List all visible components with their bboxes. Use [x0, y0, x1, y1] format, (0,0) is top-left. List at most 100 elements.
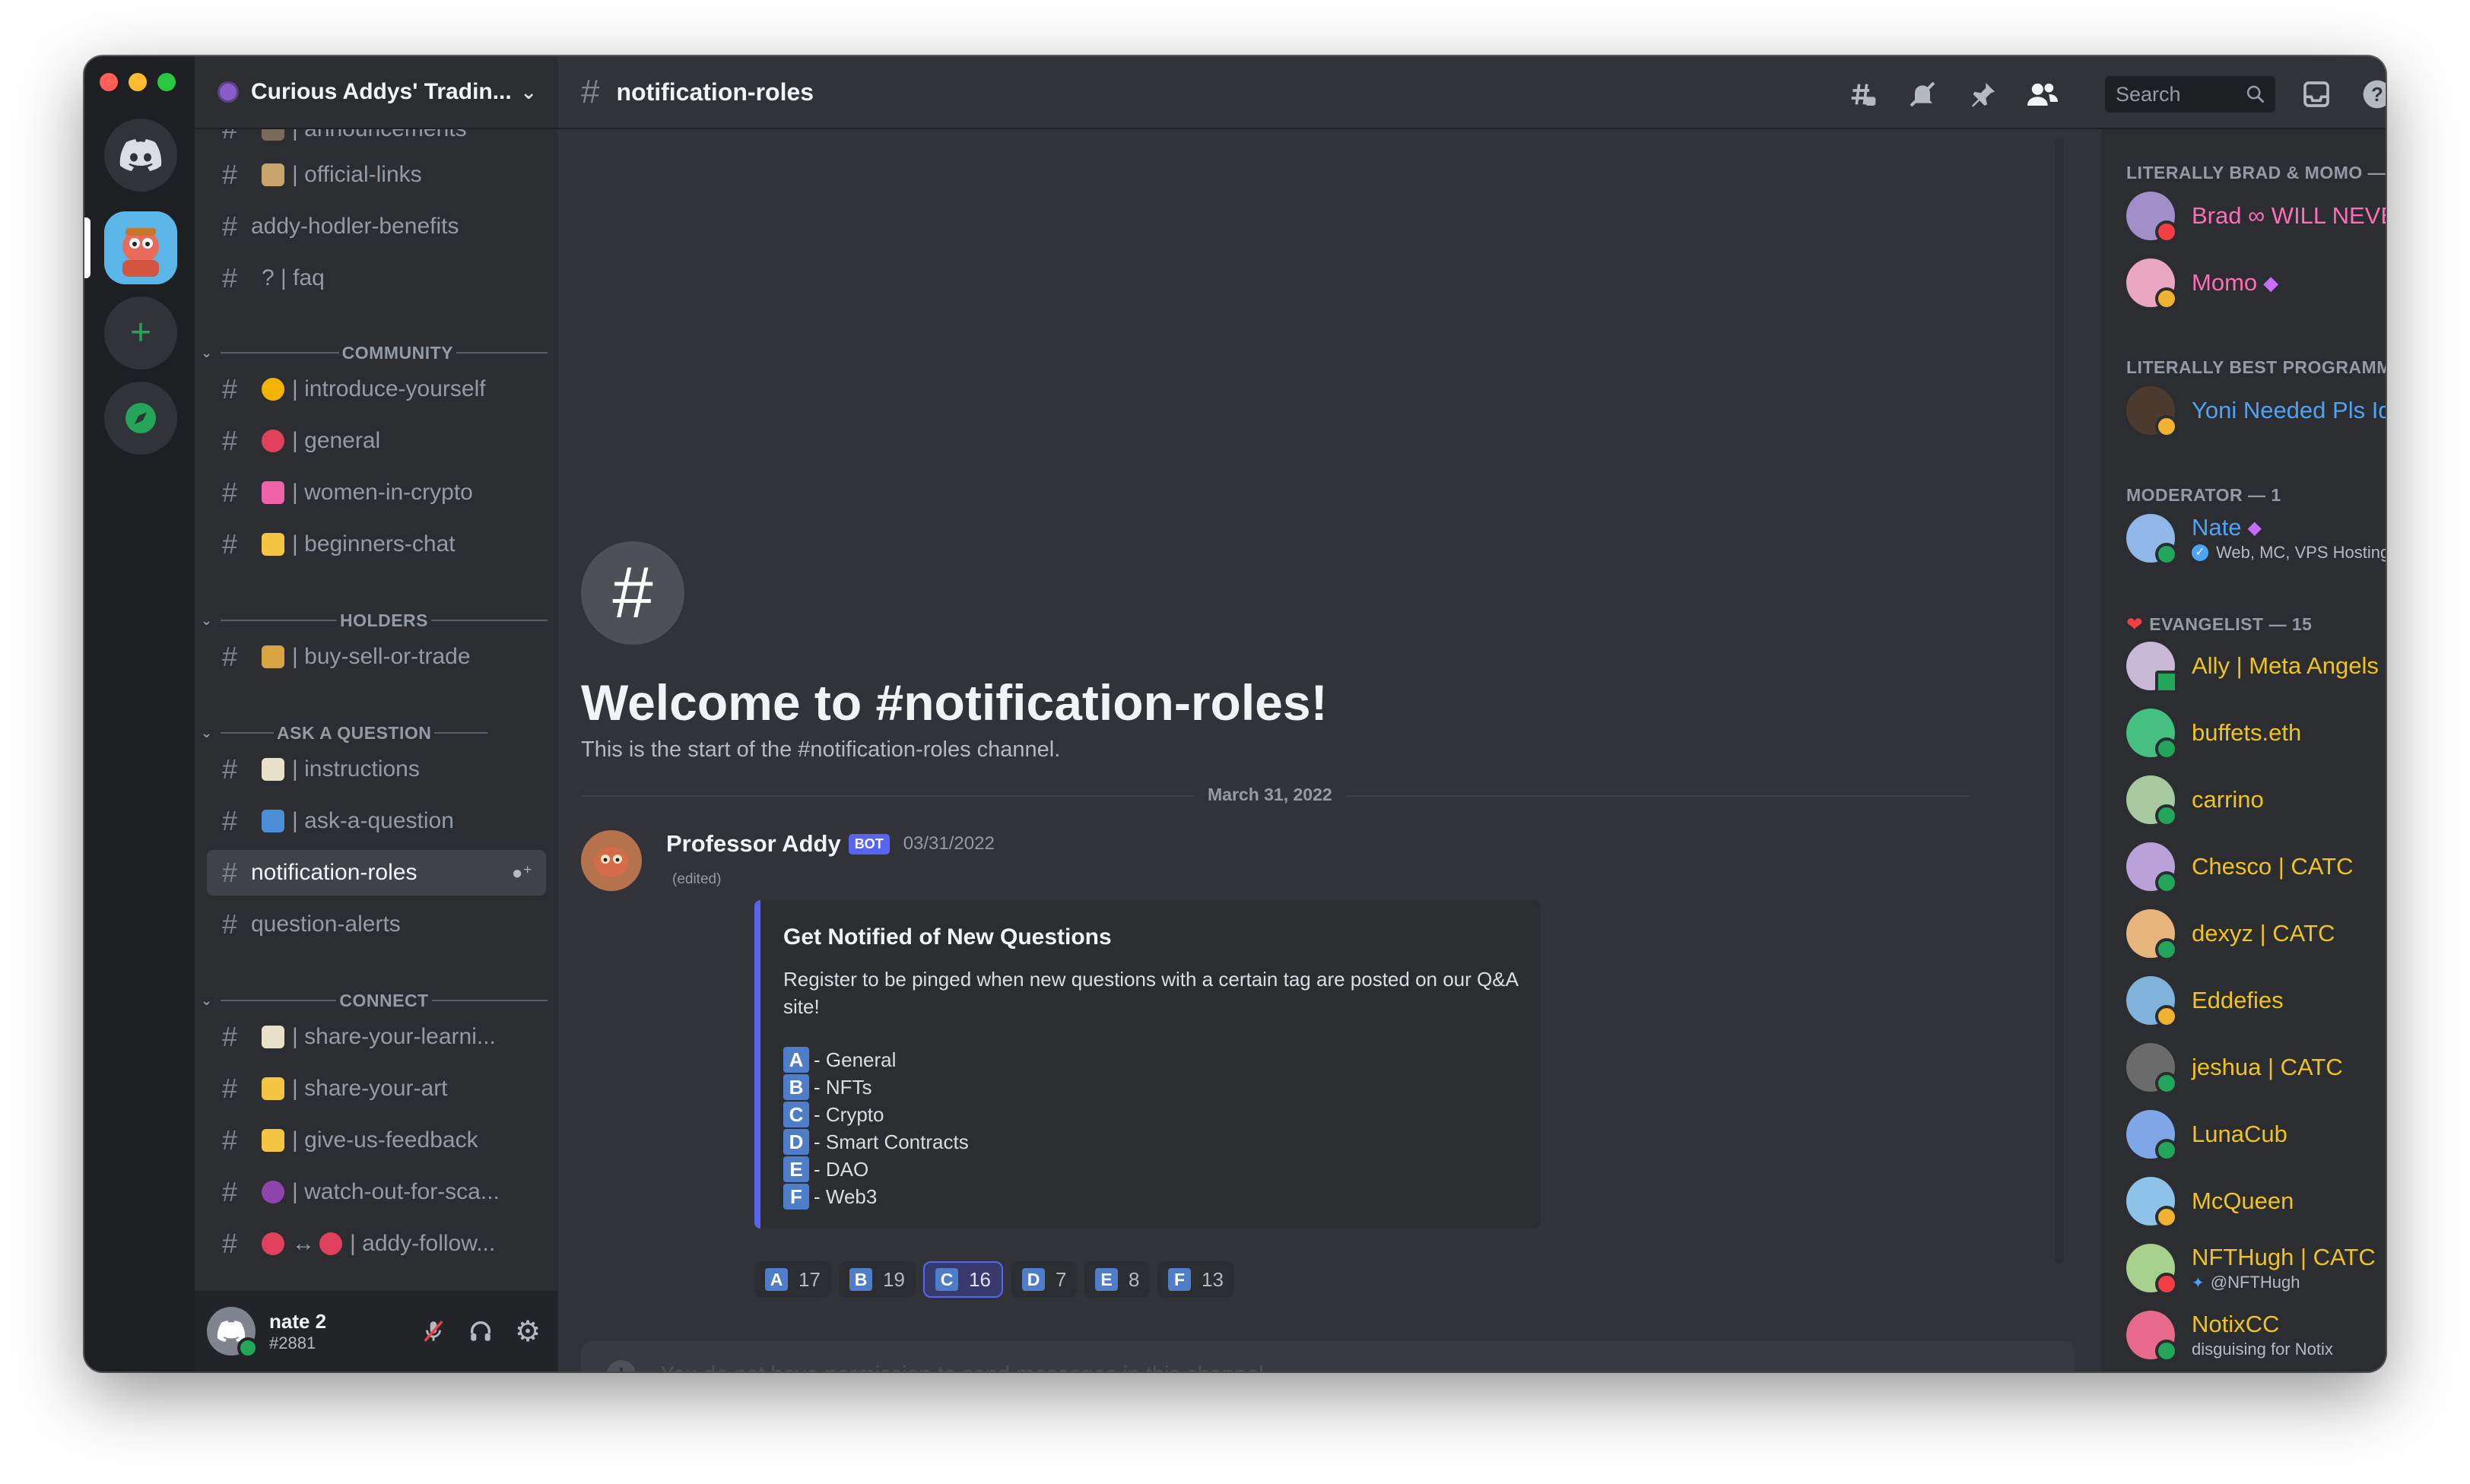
reaction-d[interactable]: D7	[1011, 1261, 1078, 1298]
member-ally[interactable]: Ally | Meta Angels Co-...	[2126, 642, 2386, 693]
channel-share-your-art[interactable]: # | share-your-art	[207, 1066, 546, 1111]
member-nfthugh[interactable]: NFTHugh | CATC ✦ @NFTHugh	[2126, 1244, 2376, 1295]
channel-hash-icon: #	[222, 1228, 238, 1259]
member-nate[interactable]: Nate ◆ ✓ Web, MC, VPS Hosting	[2126, 514, 2386, 566]
plus-icon: +	[129, 312, 152, 353]
channel-hash-icon: #	[222, 211, 238, 242]
user-info[interactable]: nate 2 #2881	[269, 1310, 415, 1353]
channel-question-alerts[interactable]: # question-alerts	[207, 902, 546, 947]
arrows-icon: ↔	[292, 1231, 315, 1256]
online-status-icon	[2155, 804, 2178, 827]
channel-beginners-chat[interactable]: # | beginners-chat	[207, 522, 546, 567]
username: nate 2	[269, 1309, 327, 1333]
message-composer[interactable]: + You do not have permission to send mes…	[581, 1341, 2075, 1371]
user-panel: nate 2 #2881 ⚙	[195, 1291, 558, 1371]
message-embed: Get Notified of New Questions Register t…	[754, 900, 1541, 1229]
member-dexyz[interactable]: dexyz | CATC	[2126, 909, 2335, 961]
member-notixcc[interactable]: NotixCC disguising for Notix	[2126, 1311, 2333, 1362]
server-header[interactable]: Curious Addys' Tradin... ⌄	[195, 56, 558, 129]
member-jeshua[interactable]: jeshua | CATC	[2126, 1043, 2343, 1095]
member-yoni[interactable]: Yoni Needed Pls Idk D...	[2126, 386, 2386, 438]
channel-women-in-crypto[interactable]: # | women-in-crypto	[207, 470, 546, 515]
member-name: NFTHugh | CATC	[2192, 1244, 2376, 1270]
channel-instructions[interactable]: # | instructions	[207, 747, 546, 792]
member-name: Yoni Needed Pls Idk D...	[2192, 397, 2386, 423]
channel-general[interactable]: # | general	[207, 418, 546, 464]
channel-hash-icon: #	[222, 425, 238, 456]
minimize-window-button[interactable]	[129, 73, 147, 91]
channel-addy-follow[interactable]: # ↔ | addy-follow...	[207, 1221, 546, 1267]
zoom-window-button[interactable]	[157, 73, 176, 91]
home-button[interactable]	[104, 119, 177, 192]
headphones-icon[interactable]	[462, 1313, 499, 1349]
channel-hash-icon: #	[222, 477, 238, 508]
member-status-text: @NFTHugh	[2210, 1273, 2300, 1292]
channel-notification-roles[interactable]: # notification-roles ●⁺	[207, 850, 546, 896]
pin-icon[interactable]	[1965, 76, 2002, 113]
member-avatar	[2126, 775, 2178, 827]
channel-hash-icon: #	[222, 857, 238, 888]
channel-label: notification-roles	[251, 860, 417, 885]
memo-emoji-icon	[262, 1026, 284, 1048]
help-icon[interactable]: ?	[2359, 76, 2386, 113]
member-avatar	[2126, 386, 2178, 438]
member-avatar	[2126, 709, 2178, 760]
reaction-a[interactable]: A 17	[754, 1261, 831, 1298]
chevron-down-icon: ⌄	[201, 992, 213, 1008]
member-carrino[interactable]: carrino	[2126, 775, 2264, 827]
member-chesco[interactable]: Chesco | CATC	[2126, 842, 2353, 894]
add-server-button[interactable]: +	[104, 296, 177, 369]
user-avatar[interactable]	[207, 1307, 259, 1359]
member-momo[interactable]: Momo ◆	[2126, 258, 2278, 310]
channel-share-your-learning[interactable]: # | share-your-learni...	[207, 1014, 546, 1060]
channel-official-links[interactable]: # | official-links	[207, 152, 546, 198]
member-avatar	[2126, 192, 2178, 243]
message-author[interactable]: Professor Addy	[666, 830, 841, 858]
online-status-icon	[2155, 1340, 2178, 1362]
reaction-c[interactable]: C 16	[923, 1261, 1003, 1298]
threads-icon[interactable]	[1843, 76, 1880, 113]
reaction-e[interactable]: E8	[1084, 1261, 1151, 1298]
channel-give-us-feedback[interactable]: # | give-us-feedback	[207, 1118, 546, 1163]
member-mcqueen[interactable]: McQueen	[2126, 1177, 2294, 1229]
member-avatar	[2126, 1244, 2178, 1295]
explore-servers-button[interactable]	[104, 382, 177, 455]
channel-welcome-icon: #	[581, 541, 684, 645]
category-ask-a-question[interactable]: ⌄ ASK A QUESTION	[201, 719, 551, 747]
channel-introduce-yourself[interactable]: # | introduce-yourself	[207, 366, 546, 412]
channel-faq[interactable]: # ? | faq	[207, 255, 546, 301]
channel-label: | share-your-art	[292, 1076, 448, 1101]
settings-gear-icon[interactable]: ⚙	[510, 1313, 546, 1349]
member-list-icon[interactable]	[2024, 76, 2061, 113]
member-brad[interactable]: Brad ∞ WILL NEVE... ◆	[2126, 192, 2386, 243]
inbox-icon[interactable]	[2298, 76, 2335, 113]
category-holders[interactable]: ⌄ HOLDERS	[201, 607, 551, 634]
channel-watch-out-for-scams[interactable]: # | watch-out-for-sca...	[207, 1169, 546, 1215]
chat-scrollbar[interactable]	[2055, 138, 2064, 1264]
server-icon-curious-addys[interactable]	[104, 211, 177, 284]
reaction-f[interactable]: F 13	[1157, 1261, 1234, 1298]
notification-muted-icon[interactable]	[1904, 76, 1941, 113]
channel-ask-a-question[interactable]: # | ask-a-question	[207, 798, 546, 844]
category-connect[interactable]: ⌄ CONNECT	[201, 987, 551, 1014]
twitter-bird-icon: ✦	[2192, 1274, 2205, 1292]
channel-hash-icon: #	[222, 1176, 238, 1207]
message-avatar[interactable]	[581, 830, 642, 891]
channel-title: notification-roles	[616, 78, 814, 106]
member-eddefies[interactable]: Eddefies	[2126, 976, 2284, 1028]
channel-buy-sell-or-trade[interactable]: # | buy-sell-or-trade	[207, 634, 546, 680]
message-header: Professor Addy BOT 03/31/2022	[666, 830, 995, 858]
mute-microphone-icon[interactable]	[415, 1313, 452, 1349]
reaction-b[interactable]: B 19	[839, 1261, 916, 1298]
channel-hash-icon: #	[222, 262, 238, 293]
channel-label: | general	[292, 428, 381, 453]
member-lunacub[interactable]: LunaCub	[2126, 1110, 2287, 1162]
option-text: - Smart Contracts	[814, 1130, 969, 1153]
channel-addy-hodler-benefits[interactable]: # addy-hodler-benefits	[207, 204, 546, 249]
close-window-button[interactable]	[100, 73, 118, 91]
flexed-biceps-emoji-icon	[262, 1077, 284, 1100]
invite-member-icon[interactable]: ●⁺	[512, 862, 532, 884]
category-community[interactable]: ⌄ COMMUNITY	[201, 339, 551, 366]
search-input[interactable]: Search	[2105, 76, 2275, 113]
member-buffets[interactable]: buffets.eth	[2126, 709, 2301, 760]
